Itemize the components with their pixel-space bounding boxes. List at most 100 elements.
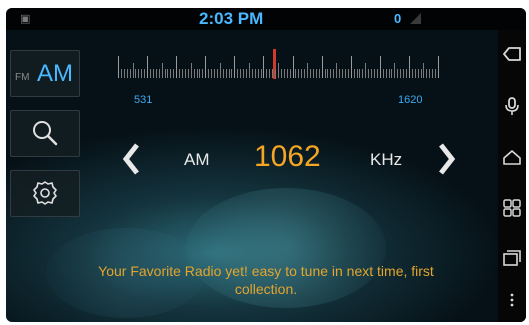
frequency-display: 1062 <box>254 140 321 173</box>
dial-tick <box>254 69 256 78</box>
dial-tick <box>278 63 279 78</box>
dial-tick <box>318 69 320 78</box>
chevron-right-icon[interactable] <box>438 142 456 176</box>
dial-tick <box>400 69 402 78</box>
dial-tick <box>199 69 201 78</box>
frequency-dial[interactable] <box>118 36 439 79</box>
dial-tick <box>336 63 338 78</box>
dial-tick <box>214 69 215 78</box>
dial-tick <box>292 56 294 78</box>
search-icon <box>33 121 58 146</box>
dial-tick <box>283 69 285 78</box>
dial-tick <box>333 69 335 78</box>
dial-tick <box>219 63 221 78</box>
microphone-icon[interactable] <box>502 96 522 116</box>
dial-tick <box>135 69 137 78</box>
dial-tick <box>327 69 329 78</box>
dial-tick <box>388 69 390 78</box>
back-icon[interactable] <box>502 44 522 64</box>
band-toggle-button[interactable]: FM AM <box>10 50 80 97</box>
dial-tick <box>438 56 439 78</box>
dial-tick <box>414 69 416 78</box>
dial-tick <box>152 69 154 78</box>
dial-tick <box>411 69 413 78</box>
home-icon[interactable] <box>502 148 522 168</box>
dial-tick <box>222 69 224 78</box>
more-icon[interactable] <box>502 290 522 310</box>
dial-tick <box>310 69 311 78</box>
dial-tick <box>179 69 181 78</box>
favorite-hint-message: Your Favorite Radio yet! easy to tune in… <box>98 263 434 297</box>
dial-tick <box>196 69 198 78</box>
settings-icon <box>33 181 57 205</box>
dial-tick <box>342 69 343 78</box>
dial-tick <box>432 69 434 78</box>
dial-tick <box>251 69 253 78</box>
dial-tick <box>161 63 163 78</box>
dial-tick <box>182 69 183 78</box>
dial-tick <box>144 69 146 78</box>
dial-tick <box>167 69 169 78</box>
dial-tick <box>324 69 326 78</box>
dial-tick <box>307 63 309 78</box>
dial-tick <box>225 69 227 78</box>
dial-tick <box>260 69 262 78</box>
dial-tick <box>353 69 355 78</box>
dial-tick <box>240 69 242 78</box>
dial-tick <box>408 56 410 78</box>
dial-tick <box>406 69 407 78</box>
dial-tick <box>397 69 399 78</box>
dial-tick <box>371 69 373 78</box>
dial-tick <box>158 69 160 78</box>
dial-tick <box>394 63 396 78</box>
dial-tick <box>379 56 381 78</box>
dial-tick <box>295 69 297 78</box>
dial-tick <box>289 69 291 78</box>
dial-tick <box>429 69 431 78</box>
dial-tick <box>315 69 317 78</box>
radio-app-window: ▣ 2:03 PM 0 FM AM 531 1620 AM 1062 KHz Y… <box>6 8 526 322</box>
dial-tick <box>170 69 172 78</box>
dial-tick <box>205 56 207 78</box>
dial-tick <box>359 69 361 78</box>
search-button[interactable] <box>10 110 80 157</box>
dial-tick <box>228 69 230 78</box>
chevron-left-icon[interactable] <box>122 142 140 176</box>
dial-tick <box>176 56 178 78</box>
dial-tick <box>123 69 125 78</box>
dial-tick <box>126 69 128 78</box>
apps-grid-icon[interactable] <box>502 198 522 218</box>
dial-tick <box>374 69 375 78</box>
dial-tick <box>129 69 131 78</box>
dial-tick <box>231 69 233 78</box>
dial-tick <box>193 69 195 78</box>
dial-tick <box>426 69 428 78</box>
system-nav-bar <box>498 30 526 322</box>
dial-tick <box>263 56 265 78</box>
dial-tick <box>301 69 303 78</box>
sd-card-icon: ▣ <box>20 12 31 25</box>
dial-max-label: 1620 <box>398 94 423 106</box>
dial-tick <box>365 63 367 78</box>
dial-tick <box>272 69 274 78</box>
dial-tick <box>339 69 341 78</box>
dial-tick <box>304 69 306 78</box>
dial-tick <box>275 69 277 78</box>
dial-tick <box>237 69 239 78</box>
settings-button[interactable] <box>10 170 80 217</box>
frequency-unit: KHz <box>370 150 403 169</box>
dial-tick <box>280 69 282 78</box>
dial-tick <box>435 69 437 78</box>
dial-tick <box>190 63 192 78</box>
dial-tick <box>141 69 143 78</box>
signal-icon <box>410 13 421 24</box>
dial-tick <box>234 56 236 78</box>
dial-tick <box>312 69 314 78</box>
recent-apps-icon[interactable] <box>502 248 522 268</box>
dial-tick <box>184 69 186 78</box>
dial-tick <box>147 56 149 78</box>
dial-tick <box>385 69 387 78</box>
dial-tick <box>382 69 384 78</box>
dial-tick <box>321 56 323 78</box>
dial-tick <box>120 69 122 78</box>
